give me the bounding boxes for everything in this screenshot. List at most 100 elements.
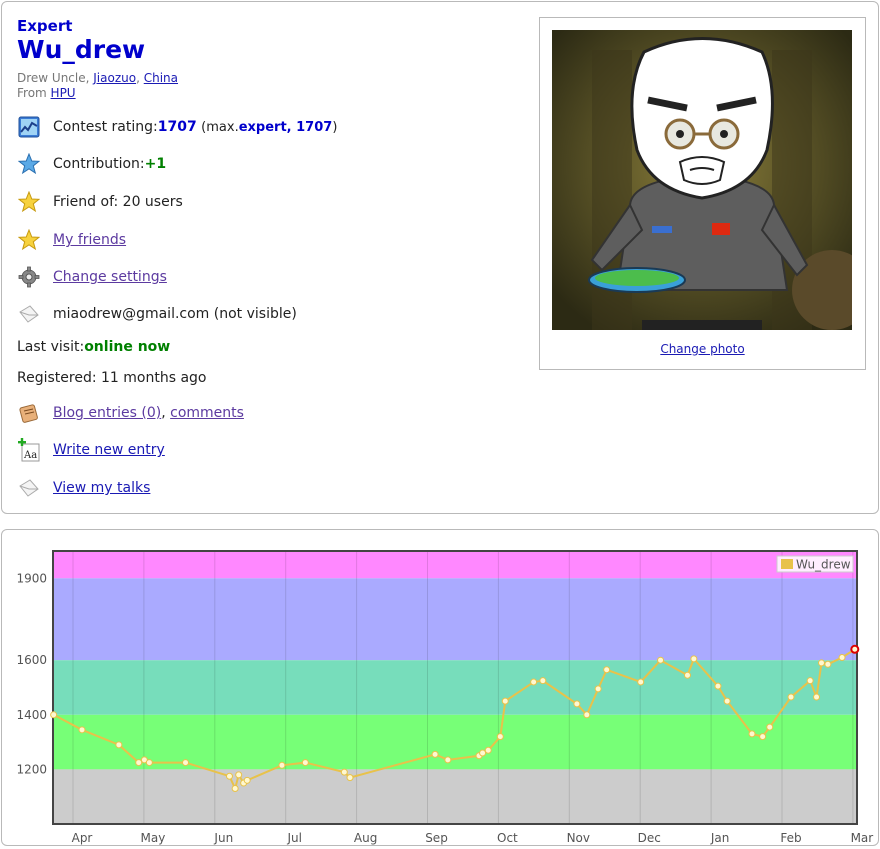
rating-band (53, 714, 857, 770)
rating-point (431, 750, 439, 758)
organization-line: From HPU (17, 86, 76, 100)
rating-point (235, 771, 243, 779)
rating-point (231, 785, 239, 793)
y-tick-label: 1600 (16, 653, 47, 667)
from-label: From (17, 86, 51, 100)
x-tick-label: Nov (567, 831, 590, 845)
change-settings-link[interactable]: Change settings (53, 269, 167, 285)
contest-rating-label: Contest rating: (53, 119, 158, 135)
gold-star-icon (17, 228, 41, 252)
my-friends-link[interactable]: My friends (53, 232, 126, 248)
rating-point (182, 759, 190, 767)
user-handle: Wu_drew (17, 35, 146, 64)
rating-point (683, 671, 691, 679)
rating-point (225, 772, 233, 780)
rating-point (813, 693, 821, 701)
rating-point (824, 660, 832, 668)
blog-row: Blog entries (0), comments (17, 401, 244, 425)
rating-point (766, 723, 774, 731)
rating-point (145, 759, 153, 767)
rating-point (603, 666, 611, 674)
rating-point (78, 726, 86, 734)
rating-chart-box: Apr May Jun Jul Aug Sep Oct Nov Dec Jan Feb Mar 1200… (1, 529, 879, 846)
rating-point (748, 730, 756, 738)
contribution-value: +1 (144, 156, 167, 172)
user-name-location: Drew Uncle, Jiaozuo, China (17, 71, 179, 85)
rating-point (444, 756, 452, 764)
svg-text:Aa: Aa (23, 450, 37, 461)
rating-point (583, 711, 591, 719)
last-visit-row: Last visit: online now (17, 339, 170, 355)
last-visit-value: online now (84, 339, 171, 355)
rating-point-current (850, 644, 860, 654)
x-tick-label: Mar (851, 831, 874, 845)
rating-point (714, 682, 722, 690)
rating-point (690, 655, 698, 663)
x-tick-label: Jan (710, 831, 730, 845)
x-tick-label: Jul (286, 831, 301, 845)
y-tick-label: 1200 (16, 762, 47, 776)
country-link[interactable]: China (144, 71, 178, 85)
rating-band (53, 660, 857, 715)
gold-star-icon (17, 190, 41, 214)
max-rating-suffix: ) (332, 119, 338, 135)
rating-band (53, 551, 857, 579)
x-tick-label: Sep (425, 831, 448, 845)
rating-point (501, 697, 509, 705)
blue-star-icon (17, 152, 41, 176)
rating-chart: Apr May Jun Jul Aug Sep Oct Nov Dec Jan Feb Mar 1200… (16, 550, 874, 845)
contest-rating-row: Contest rating: 1707 (max. expert, 1707) (17, 115, 337, 139)
friend-of-text: Friend of: 20 users (53, 194, 183, 210)
envelope-icon (17, 302, 41, 326)
settings-row: Change settings (17, 265, 167, 289)
x-tick-label: Apr (72, 831, 93, 845)
rating-point (115, 741, 123, 749)
change-photo: Change photo (540, 342, 865, 356)
rating-point (637, 678, 645, 686)
rating-point (723, 697, 731, 705)
organization-link[interactable]: HPU (51, 86, 76, 100)
rating-point (346, 774, 354, 782)
x-tick-label: Dec (638, 831, 661, 845)
rating-point (301, 759, 309, 767)
profile-box: Expert Wu_drew Drew Uncle, Jiaozuo, Chin… (1, 1, 879, 514)
comments-link[interactable]: comments (170, 405, 244, 421)
rating-point (759, 733, 767, 741)
rating-point (806, 677, 814, 685)
write-new-entry-link[interactable]: Write new entry (53, 442, 165, 458)
blog-entries-link[interactable]: Blog entries (0) (53, 405, 161, 421)
rating-point (243, 776, 251, 784)
x-tick-label: Feb (780, 831, 801, 845)
rating-point (479, 749, 487, 757)
x-tick-label: May (140, 831, 165, 845)
rating-point (787, 693, 795, 701)
legend-label: Wu_drew (796, 558, 851, 572)
view-my-talks-link[interactable]: View my talks (53, 480, 150, 496)
rating-point (838, 653, 846, 661)
rating-point (594, 685, 602, 693)
rating-point (496, 733, 504, 741)
friend-of-row: Friend of: 20 users (17, 190, 183, 214)
rating-point (539, 677, 547, 685)
contest-rating-value: 1707 (157, 119, 197, 135)
rating-point (530, 678, 538, 686)
contribution-label: Contribution: (53, 156, 145, 172)
rating-point (340, 768, 348, 776)
email-row: miaodrew@gmail.com (not visible) (17, 302, 297, 326)
avatar-frame: Change photo (539, 17, 866, 370)
max-rating-prefix: (max. (201, 119, 239, 135)
envelope-icon (17, 476, 41, 500)
legend-swatch (781, 559, 793, 569)
city-link[interactable]: Jiaozuo (93, 71, 136, 85)
write-entry-row: Aa Write new entry (17, 438, 165, 462)
rank-title: Expert (17, 17, 73, 35)
avatar (552, 30, 852, 330)
x-tick-label: Oct (497, 831, 518, 845)
rating-point (657, 656, 665, 664)
new-entry-icon: Aa (17, 438, 41, 462)
rating-point (50, 711, 58, 719)
talks-row: View my talks (17, 476, 150, 500)
change-photo-link[interactable]: Change photo (660, 342, 744, 356)
my-friends-row: My friends (17, 228, 126, 252)
rating-point (484, 746, 492, 754)
